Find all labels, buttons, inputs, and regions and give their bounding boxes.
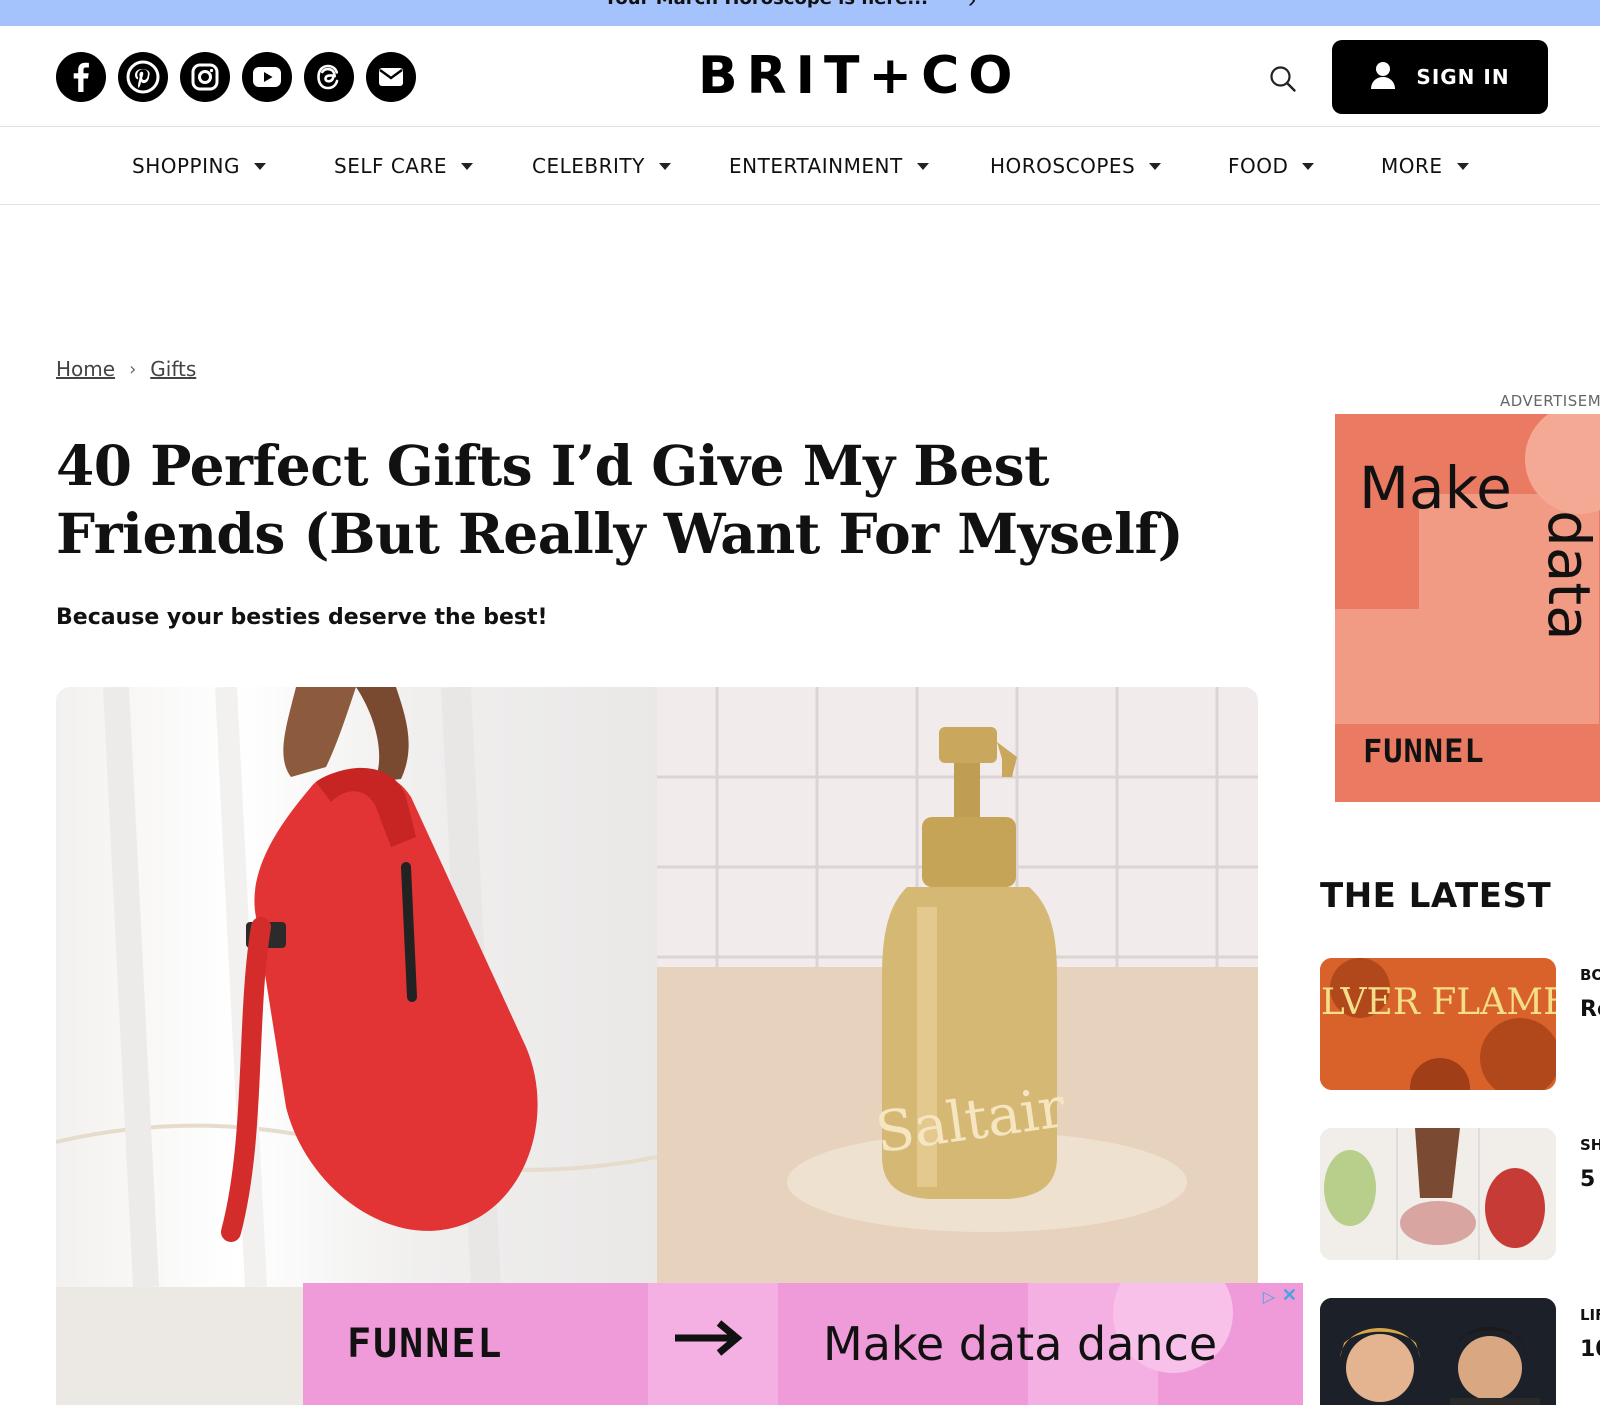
caret-down-icon [916, 162, 929, 170]
banner-ad[interactable]: FUNNEL Make data dance ▷ ✕ [303, 1283, 1303, 1405]
site-header: BRIT+CO SIGN IN [0, 26, 1600, 127]
chevron-right-icon[interactable]: › [968, 0, 976, 14]
adchoices-icon[interactable]: ▷ [1263, 1287, 1275, 1307]
funnel-logo: FUNNEL [1363, 732, 1485, 770]
pinterest-icon[interactable] [118, 52, 168, 102]
social-links [56, 52, 416, 102]
nav-label: SHOPPING [132, 154, 240, 178]
sign-in-button[interactable]: SIGN IN [1332, 40, 1548, 114]
nav-label: FOOD [1228, 154, 1289, 178]
the-latest-heading: THE LATEST [1320, 876, 1552, 916]
email-icon[interactable] [366, 52, 416, 102]
youtube-icon[interactable] [242, 52, 292, 102]
latest-item-title[interactable]: Re Ar O [1580, 994, 1600, 1026]
sign-in-label: SIGN IN [1416, 65, 1510, 89]
latest-item-category[interactable]: BO [1580, 966, 1600, 984]
nav-item-more[interactable]: MORE [1381, 127, 1469, 205]
nav-label: CELEBRITY [532, 154, 645, 178]
nav-item-horoscopes[interactable]: HOROSCOPES [990, 127, 1162, 205]
latest-item-thumbnail[interactable]: SILVER FLAMES [1320, 958, 1556, 1090]
site-logo[interactable]: BRIT+CO [698, 48, 1021, 104]
instagram-icon[interactable] [180, 52, 230, 102]
caret-down-icon [461, 162, 474, 170]
side-ad-word-data: data [1535, 510, 1600, 641]
arrow-right-icon [675, 1313, 745, 1368]
user-icon [1370, 60, 1396, 95]
promo-text[interactable]: Your March Horoscope is here... [604, 0, 928, 9]
latest-item-category[interactable]: LIF [1580, 1306, 1600, 1324]
saltair-bottle-photo: Saltair [657, 687, 1258, 1287]
thumb-text: SILVER FLAMES [1320, 982, 1556, 1023]
nav-label: HOROSCOPES [990, 154, 1136, 178]
nav-item-shopping[interactable]: SHOPPING [132, 127, 266, 205]
search-icon[interactable] [1266, 62, 1300, 96]
nav-label: MORE [1381, 154, 1443, 178]
latest-item-title[interactable]: 5 Sp Tr [1580, 1164, 1600, 1196]
threads-icon[interactable] [304, 52, 354, 102]
side-ad-word-make: Make [1359, 454, 1512, 522]
funnel-logo: FUNNEL [347, 1321, 504, 1367]
latest-item-title[interactable]: 10 Fa [1580, 1334, 1600, 1366]
nav-label: ENTERTAINMENT [729, 154, 903, 178]
nav-item-celebrity[interactable]: CELEBRITY [532, 127, 671, 205]
latest-item-category[interactable]: SH [1580, 1136, 1600, 1154]
breadcrumb-home-link[interactable]: Home [56, 357, 115, 381]
advertisement-label: ADVERTISEM [1500, 392, 1600, 410]
nav-item-food[interactable]: FOOD [1228, 127, 1315, 205]
caret-down-icon [658, 162, 671, 170]
caret-down-icon [1456, 162, 1469, 170]
caret-down-icon [1302, 162, 1315, 170]
red-bag-photo [56, 687, 658, 1288]
nav-item-self-care[interactable]: SELF CARE [334, 127, 474, 205]
facebook-icon[interactable] [56, 52, 106, 102]
nav-item-entertainment[interactable]: ENTERTAINMENT [729, 127, 929, 205]
main-nav: SHOPPING SELF CARE CELEBRITY ENTERTAINME… [0, 127, 1600, 205]
latest-item-thumbnail[interactable] [1320, 1298, 1556, 1405]
caret-down-icon [1149, 162, 1162, 170]
breadcrumb-gifts-link[interactable]: Gifts [150, 357, 196, 381]
close-icon[interactable]: ✕ [1282, 1285, 1297, 1306]
article-dek: Because your besties deserve the best! [56, 605, 548, 630]
breadcrumb: Home › Gifts [56, 357, 196, 381]
caret-down-icon [253, 162, 266, 170]
promo-bar[interactable]: Your March Horoscope is here... › [0, 0, 1600, 26]
nav-label: SELF CARE [334, 154, 448, 178]
banner-ad-headline: Make data dance [823, 1317, 1218, 1371]
article-title: 40 Perfect Gifts I’d Give My Best Friend… [56, 433, 1184, 566]
side-ad[interactable]: Make data FUNNEL [1335, 414, 1600, 802]
chevron-right-icon: › [129, 358, 137, 380]
latest-item-thumbnail[interactable] [1320, 1128, 1556, 1260]
